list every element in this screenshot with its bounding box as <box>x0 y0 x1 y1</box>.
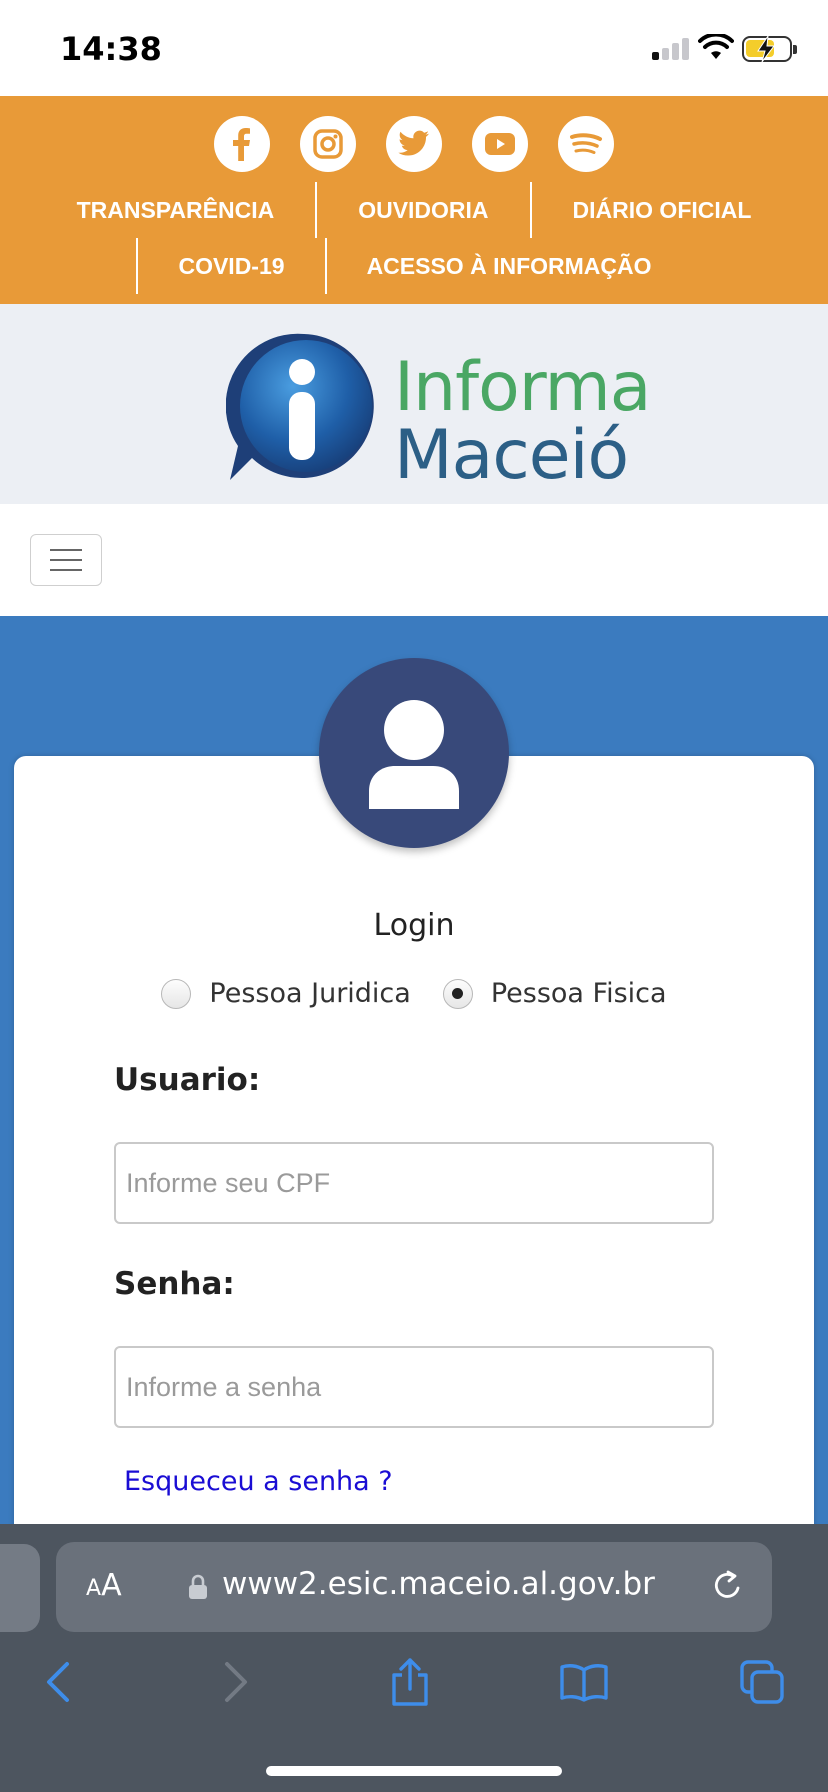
reader-text-size-button[interactable]: AA <box>86 1568 122 1603</box>
password-label: Senha: <box>114 1266 235 1302</box>
nav-link-covid-19[interactable]: COVID-19 <box>138 238 324 294</box>
tabs-button[interactable] <box>732 1652 792 1712</box>
hamburger-line <box>50 549 82 551</box>
radio-label: Pessoa Fisica <box>490 978 667 1009</box>
nav-link-diario-oficial[interactable]: DIÁRIO OFICIAL <box>532 182 793 238</box>
share-icon <box>392 1658 428 1706</box>
browser-toolbar: AA www2.esic.maceio.al.gov.br <box>0 1524 828 1792</box>
nav-link-ouvidoria[interactable]: OUVIDORIA <box>317 182 529 238</box>
user-avatar-icon <box>319 658 509 848</box>
status-time: 14:38 <box>60 30 162 68</box>
twitter-icon[interactable] <box>386 116 442 172</box>
nav-link-transparencia[interactable]: TRANSPARÊNCIA <box>36 182 316 238</box>
previous-tab-preview[interactable] <box>0 1544 40 1632</box>
radio-button-pessoa-fisica[interactable] <box>442 978 473 1009</box>
chevron-left-icon <box>47 1662 69 1702</box>
header-nav-row-2: COVID-19 ACESSO À INFORMAÇÃO <box>0 238 828 294</box>
radio-option-pessoa-fisica[interactable]: Pessoa Fisica <box>442 978 667 1009</box>
header-nav-row-1: TRANSPARÊNCIA OUVIDORIA DIÁRIO OFICIAL <box>0 182 828 238</box>
radio-label: Pessoa Juridica <box>209 978 411 1009</box>
bookmarks-button[interactable] <box>554 1652 614 1712</box>
hamburger-line <box>50 559 82 561</box>
home-indicator <box>266 1766 562 1776</box>
wifi-icon <box>698 34 734 59</box>
cellular-signal-icon <box>652 38 692 60</box>
tabs-icon <box>740 1660 784 1704</box>
password-input[interactable] <box>114 1346 714 1428</box>
address-bar[interactable]: AA www2.esic.maceio.al.gov.br <box>56 1542 772 1632</box>
reload-icon[interactable] <box>710 1568 746 1604</box>
radio-option-pessoa-juridica[interactable]: Pessoa Juridica <box>161 978 411 1009</box>
facebook-icon[interactable] <box>214 116 270 172</box>
logo-line-1: Informa <box>394 348 651 427</box>
person-type-radio-group: Pessoa Juridica Pessoa Fisica <box>0 978 828 1009</box>
url-text: www2.esic.maceio.al.gov.br <box>222 1566 655 1602</box>
youtube-icon[interactable] <box>472 116 528 172</box>
cpf-input[interactable] <box>114 1142 714 1224</box>
instagram-icon[interactable] <box>300 116 356 172</box>
lock-icon <box>189 1574 207 1599</box>
share-button[interactable] <box>380 1652 440 1712</box>
nav-link-acesso-informacao[interactable]: ACESSO À INFORMAÇÃO <box>327 238 692 294</box>
social-links <box>0 116 828 172</box>
menu-bar <box>0 504 828 616</box>
logo-line-2: Maceió <box>394 416 629 495</box>
chevron-right-icon <box>225 1662 247 1702</box>
forward-button[interactable] <box>206 1652 266 1712</box>
back-button[interactable] <box>28 1652 88 1712</box>
login-title: Login <box>373 908 455 943</box>
hamburger-line <box>50 569 82 571</box>
username-label: Usuario: <box>114 1062 261 1098</box>
logo-band: Informa Maceió <box>0 304 828 504</box>
spotify-icon[interactable] <box>558 116 614 172</box>
info-logo-icon[interactable] <box>226 330 382 486</box>
battery-icon <box>742 35 797 63</box>
site-header: TRANSPARÊNCIA OUVIDORIA DIÁRIO OFICIAL C… <box>0 96 828 304</box>
logo-wordmark[interactable]: Informa Maceió <box>394 348 651 495</box>
radio-button-pessoa-juridica[interactable] <box>161 978 192 1009</box>
book-icon <box>560 1664 608 1702</box>
hamburger-menu-button[interactable] <box>30 534 102 586</box>
forgot-password-link[interactable]: Esqueceu a senha ? <box>124 1466 393 1497</box>
status-bar: 14:38 <box>0 0 828 96</box>
